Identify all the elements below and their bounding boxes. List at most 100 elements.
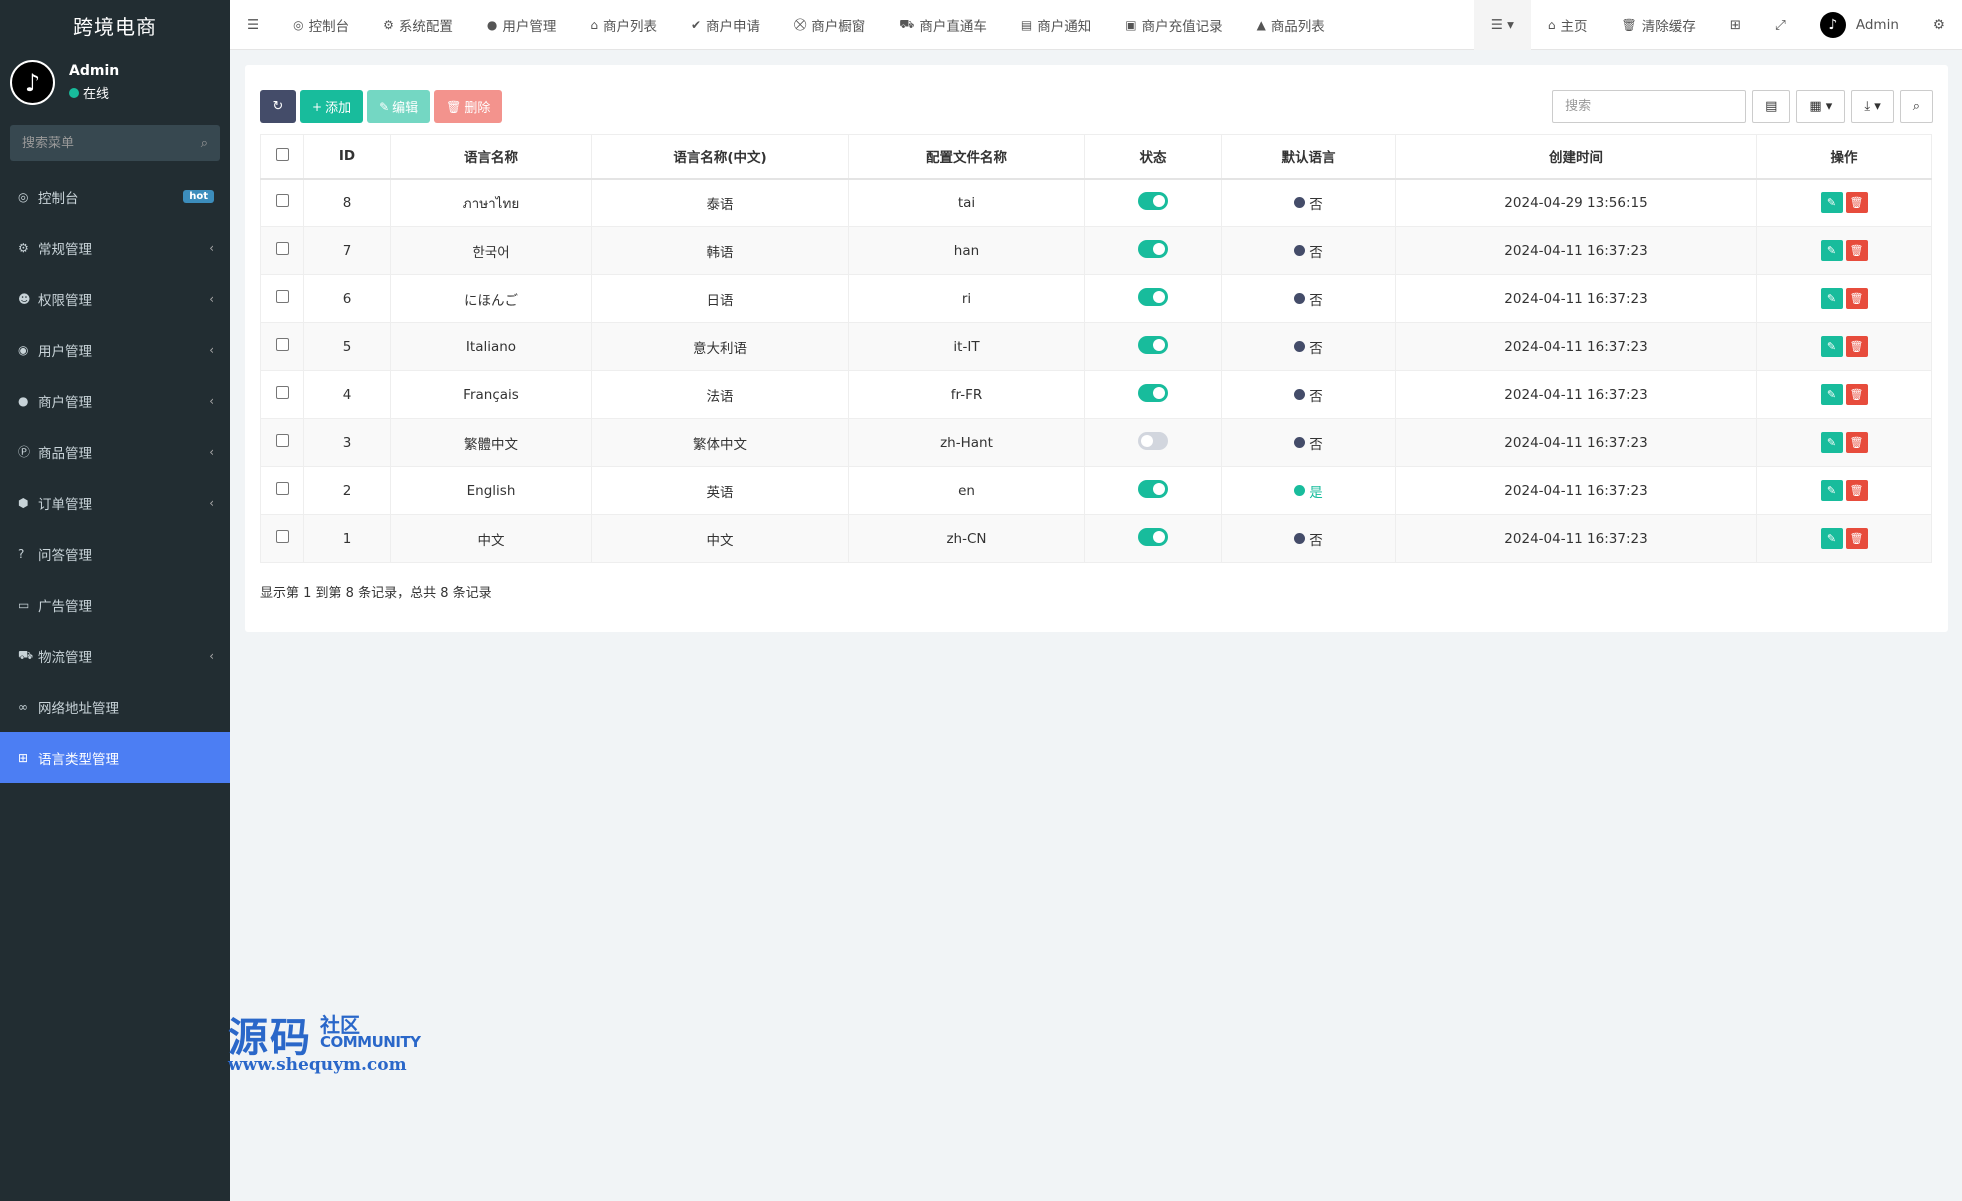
row-edit-button[interactable]: ✎ [1820,192,1843,214]
row-edit-button[interactable]: ✎ [1820,384,1843,405]
row-checkbox[interactable] [275,386,289,399]
nav-tab-3[interactable]: ⌂ 商户列表 [573,0,674,50]
row-delete-button[interactable]: 🗑 [1845,288,1868,309]
edit-button[interactable]: ✎ 编辑 [367,90,431,123]
row-delete-button[interactable]: 🗑 [1845,336,1868,357]
search-icon[interactable]: ⌕ [201,136,208,151]
row-checkbox[interactable] [275,194,289,208]
table-row[interactable]: 1 中文 中文 zh-CN 否 2024-04-11 16:37:23 ✎ 🗑 [260,514,1932,563]
sidebar-item-10[interactable]: ∞ 网络地址管理 [0,681,230,732]
trash-icon: 🗑 [1621,17,1637,32]
sidebar-item-0[interactable]: ◎ 控制台 hot [0,171,230,222]
row-edit-button[interactable]: ✎ [1820,288,1843,309]
col-default[interactable]: 默认语言 [1221,134,1396,180]
row-edit-button[interactable]: ✎ [1820,336,1843,357]
sidebar-item-1[interactable]: ⚙ 常规管理 ‹ [0,222,230,273]
sidebar-item-8[interactable]: ▭ 广告管理 [0,579,230,630]
row-delete-button[interactable]: 🗑 [1845,192,1868,214]
status-toggle[interactable] [1138,527,1168,546]
sidebar-item-4[interactable]: ● 商户管理 ‹ [0,375,230,426]
row-edit-button[interactable]: ✎ [1820,528,1843,549]
row-checkbox[interactable] [275,290,289,303]
settings-button[interactable]: ⚙ [1916,0,1962,50]
status-toggle[interactable] [1138,287,1168,306]
add-button[interactable]: + 添加 [300,90,364,123]
row-delete-button[interactable]: 🗑 [1845,528,1868,549]
export-button[interactable]: ⤓ ▾ [1851,90,1894,123]
row-delete-button[interactable]: 🗑 [1845,480,1868,501]
clear-cache-button[interactable]: 🗑 清除缓存 [1605,0,1713,50]
sidebar-search: ⌕ [10,125,220,161]
col-id[interactable]: ID [303,134,391,180]
columns-button[interactable]: ▦ ▾ [1796,90,1846,123]
cell-id: 2 [303,466,391,515]
status-toggle[interactable] [1138,479,1168,498]
status-toggle[interactable] [1138,383,1168,402]
toggle-view-button[interactable]: ▤ [1752,90,1791,123]
home-link[interactable]: ⌂ 主页 [1531,0,1605,50]
trash-icon: 🗑 [446,99,462,114]
nav-tab-0[interactable]: ◎ 控制台 [276,0,366,50]
row-delete-button[interactable]: 🗑 [1845,240,1868,261]
row-checkbox[interactable] [275,530,289,543]
sidebar-toggle-button[interactable]: ☰ [230,0,276,50]
pagination-info: 显示第 1 到第 8 条记录，总共 8 条记录 [260,586,492,601]
refresh-button[interactable]: ↻ [260,90,296,123]
cell-file: zh-Hant [848,418,1085,467]
row-delete-button[interactable]: 🗑 [1845,384,1868,405]
select-all-checkbox[interactable] [275,147,289,161]
status-toggle[interactable] [1138,335,1168,354]
nav-tab-7[interactable]: ▤ 商户通知 [1004,0,1108,50]
nav-tab-2[interactable]: ● 用户管理 [470,0,573,50]
row-delete-button[interactable]: 🗑 [1845,432,1868,453]
sidebar-item-2[interactable]: ☻ 权限管理 ‹ [0,273,230,324]
nav-tab-9[interactable]: ▲ 商品列表 [1240,0,1342,50]
col-name[interactable]: 语言名称 [390,134,592,180]
row-checkbox[interactable] [275,338,289,351]
col-file[interactable]: 配置文件名称 [848,134,1085,180]
table-row[interactable]: 5 Italiano 意大利语 it-IT 否 2024-04-11 16:37:23 ✎ 🗑 [260,322,1932,371]
nav-tab-8[interactable]: ▣ 商户充值记录 [1108,0,1239,50]
table-row[interactable]: 3 繁體中文 繁体中文 zh-Hant 否 2024-04-11 16:37:23 ✎ 🗑 [260,418,1932,467]
status-toggle[interactable] [1138,239,1168,258]
table-row[interactable]: 6 にほんご 日语 ri 否 2024-04-11 16:37:23 ✎ 🗑 [260,274,1932,323]
table-row[interactable]: 8 ภาษาไทย 泰语 tai 否 2024-04-29 13:56:15 ✎ 🗑 [260,178,1932,227]
table-search-input[interactable] [1552,90,1747,123]
nav-tab-1[interactable]: ⚙ 系统配置 [366,0,470,50]
sidebar-item-5[interactable]: Ⓟ 商品管理 ‹ [0,426,230,477]
sidebar-search-input[interactable] [22,135,201,151]
nav-tab-6[interactable]: ⛟ 商户直通车 [882,0,1004,50]
language-switch-button[interactable]: ⊞ [1713,0,1758,50]
table-row[interactable]: 2 English 英语 en 是 2024-04-11 16:37:23 ✎ 🗑 [260,466,1932,515]
app-logo[interactable]: 跨境电商 [0,0,230,50]
sidebar-item-6[interactable]: ⬢ 订单管理 ‹ [0,477,230,528]
tab-list-dropdown[interactable]: ☰ ▾ [1473,0,1531,50]
nav-tab-label: 商户直通车 [919,18,987,35]
row-checkbox[interactable] [275,242,289,255]
admin-menu[interactable]: ♪ Admin [1803,0,1916,50]
col-name-cn[interactable]: 语言名称(中文) [591,134,849,180]
nav-tab-5[interactable]: ⛒ 商户橱窗 [777,0,882,50]
avatar[interactable]: ♪ [10,60,55,105]
table-row[interactable]: 7 한국어 韩语 han 否 2024-04-11 16:37:23 ✎ 🗑 [260,226,1932,275]
status-dot-icon [1294,389,1306,400]
row-edit-button[interactable]: ✎ [1820,240,1843,261]
nav-tab-4[interactable]: ✔ 商户申请 [674,0,777,50]
sidebar-item-7[interactable]: ? 问答管理 [0,528,230,579]
row-checkbox[interactable] [275,482,289,495]
sidebar-item-11[interactable]: ⊞ 语言类型管理 [0,732,230,783]
delete-button[interactable]: 🗑 删除 [434,90,503,123]
row-edit-button[interactable]: ✎ [1820,480,1843,501]
col-created[interactable]: 创建时间 [1395,134,1757,180]
table-row[interactable]: 4 Français 法语 fr-FR 否 2024-04-11 16:37:23 ✎ 🗑 [260,370,1932,419]
status-toggle[interactable] [1138,191,1168,210]
fullscreen-button[interactable]: ⤢ [1758,0,1803,50]
row-edit-button[interactable]: ✎ [1820,432,1843,453]
watermark-url: www.shequym.com [228,1055,407,1075]
col-status[interactable]: 状态 [1084,134,1222,180]
status-toggle[interactable] [1138,431,1168,450]
row-checkbox[interactable] [275,434,289,447]
sidebar-item-3[interactable]: ◉ 用户管理 ‹ [0,324,230,375]
advanced-search-button[interactable]: ⌕ [1899,90,1933,123]
sidebar-item-9[interactable]: ⛟ 物流管理 ‹ [0,630,230,681]
